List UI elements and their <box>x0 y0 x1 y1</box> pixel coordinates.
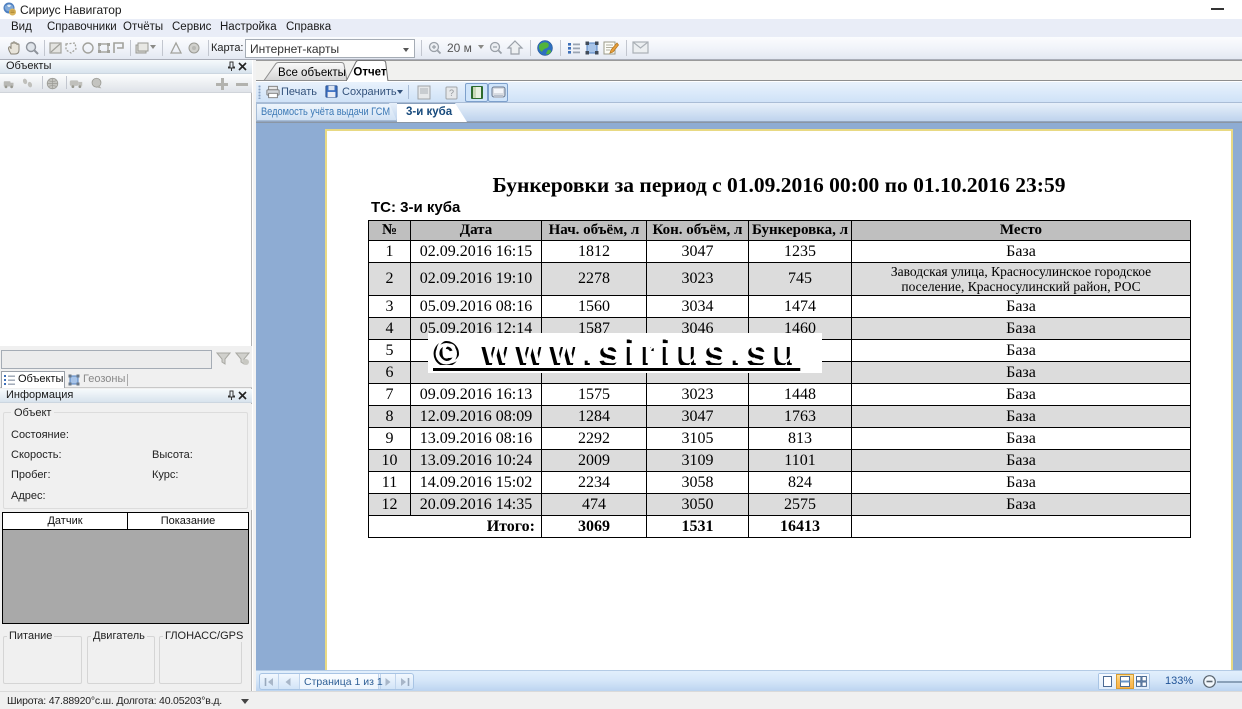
svg-text:Отчет: Отчет <box>353 67 386 79</box>
svg-text:Все объекты: Все объекты <box>278 67 346 79</box>
svg-text:?: ? <box>449 88 454 98</box>
